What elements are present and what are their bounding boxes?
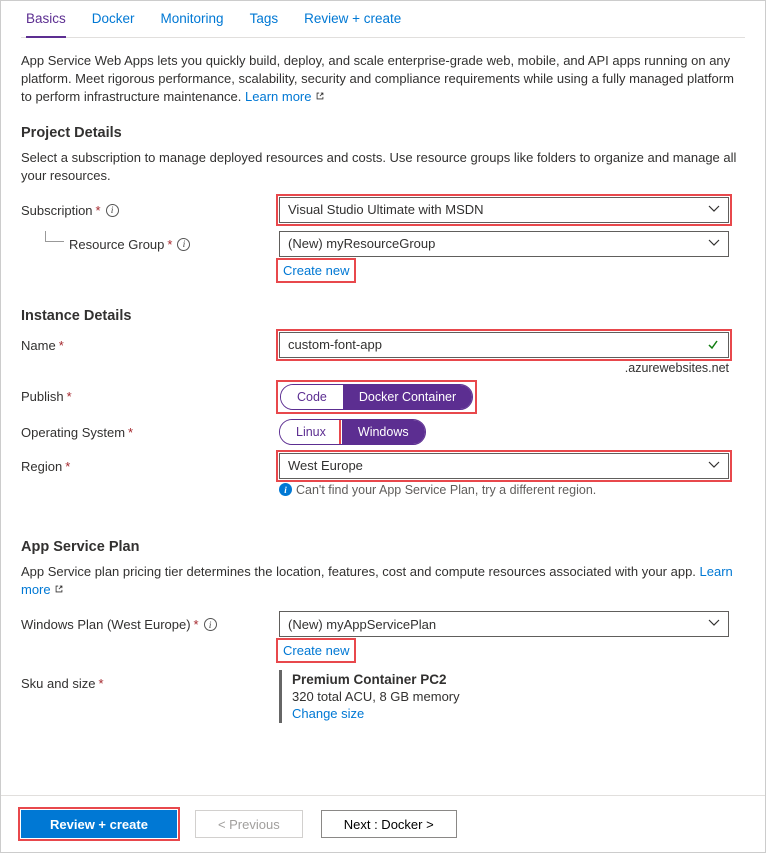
- external-link-icon: [54, 584, 64, 594]
- tab-review[interactable]: Review + create: [304, 11, 401, 37]
- region-select[interactable]: West Europe: [279, 453, 729, 479]
- required-asterisk: *: [59, 338, 64, 353]
- sku-detail: 320 total ACU, 8 GB memory: [292, 689, 745, 704]
- review-create-button[interactable]: Review + create: [21, 810, 177, 838]
- region-hint-text: Can't find your App Service Plan, try a …: [296, 483, 596, 497]
- learn-more-label: Learn more: [245, 89, 311, 104]
- intro-body: App Service Web Apps lets you quickly bu…: [21, 53, 734, 104]
- name-input[interactable]: custom-font-app: [279, 332, 729, 358]
- plan-desc: App Service plan pricing tier determines…: [21, 563, 745, 599]
- info-icon[interactable]: i: [204, 618, 217, 631]
- publish-code-option[interactable]: Code: [281, 385, 343, 409]
- sku-title: Premium Container PC2: [292, 672, 745, 687]
- region-label: Region *: [21, 453, 279, 474]
- info-icon[interactable]: i: [106, 204, 119, 217]
- required-asterisk: *: [98, 676, 103, 691]
- required-asterisk: *: [67, 389, 72, 404]
- tab-tags[interactable]: Tags: [250, 11, 279, 37]
- required-asterisk: *: [96, 203, 101, 218]
- publish-label: Publish *: [21, 383, 279, 404]
- publish-docker-option[interactable]: Docker Container: [343, 385, 472, 409]
- next-button[interactable]: Next : Docker >: [321, 810, 457, 838]
- publish-toggle: Code Docker Container: [280, 384, 473, 410]
- required-asterisk: *: [194, 617, 199, 632]
- region-hint: i Can't find your App Service Plan, try …: [279, 483, 745, 497]
- create-new-rg-link[interactable]: Create new: [279, 261, 353, 280]
- sku-label: Sku and size *: [21, 670, 279, 691]
- tab-monitoring[interactable]: Monitoring: [161, 11, 224, 37]
- info-badge-icon: i: [279, 483, 292, 496]
- footer-bar: Review + create < Previous Next : Docker…: [1, 795, 765, 852]
- previous-button: < Previous: [195, 810, 303, 838]
- check-icon: [706, 338, 720, 355]
- os-toggle: Linux Windows: [279, 419, 426, 445]
- required-asterisk: *: [65, 459, 70, 474]
- plan-heading: App Service Plan: [21, 539, 745, 555]
- subscription-value: Visual Studio Ultimate with MSDN: [288, 202, 484, 217]
- tab-basics[interactable]: Basics: [26, 11, 66, 38]
- plan-desc-text: App Service plan pricing tier determines…: [21, 564, 700, 579]
- subscription-label: Subscription * i: [21, 197, 279, 218]
- external-link-icon: [315, 91, 325, 101]
- project-heading: Project Details: [21, 125, 745, 141]
- resource-group-select[interactable]: (New) myResourceGroup: [279, 231, 729, 257]
- resource-group-value: (New) myResourceGroup: [288, 236, 435, 251]
- instance-heading: Instance Details: [21, 308, 745, 324]
- learn-more-link[interactable]: Learn more: [245, 89, 325, 104]
- chevron-down-icon: [708, 237, 720, 252]
- tabs-bar: Basics Docker Monitoring Tags Review + c…: [21, 1, 745, 38]
- windows-plan-value: (New) myAppServicePlan: [288, 617, 436, 632]
- os-linux-option[interactable]: Linux: [280, 420, 342, 444]
- windows-plan-select[interactable]: (New) myAppServicePlan: [279, 611, 729, 637]
- required-asterisk: *: [167, 237, 172, 252]
- resource-group-label: Resource Group * i: [21, 231, 279, 252]
- os-windows-option[interactable]: Windows: [342, 420, 425, 444]
- windows-plan-label: Windows Plan (West Europe) * i: [21, 611, 279, 632]
- project-desc: Select a subscription to manage deployed…: [21, 149, 745, 185]
- chevron-down-icon: [708, 459, 720, 474]
- subscription-select[interactable]: Visual Studio Ultimate with MSDN: [279, 197, 729, 223]
- required-asterisk: *: [128, 425, 133, 440]
- region-value: West Europe: [288, 458, 363, 473]
- info-icon[interactable]: i: [177, 238, 190, 251]
- chevron-down-icon: [708, 617, 720, 632]
- intro-text: App Service Web Apps lets you quickly bu…: [21, 52, 745, 107]
- tab-docker[interactable]: Docker: [92, 11, 135, 37]
- change-size-link[interactable]: Change size: [292, 706, 745, 721]
- chevron-down-icon: [708, 203, 720, 218]
- sku-box: Premium Container PC2 320 total ACU, 8 G…: [279, 670, 745, 723]
- name-suffix: .azurewebsites.net: [279, 361, 729, 375]
- os-label: Operating System *: [21, 419, 279, 440]
- create-new-plan-link[interactable]: Create new: [279, 641, 353, 660]
- name-label: Name *: [21, 332, 279, 353]
- name-value: custom-font-app: [288, 337, 382, 352]
